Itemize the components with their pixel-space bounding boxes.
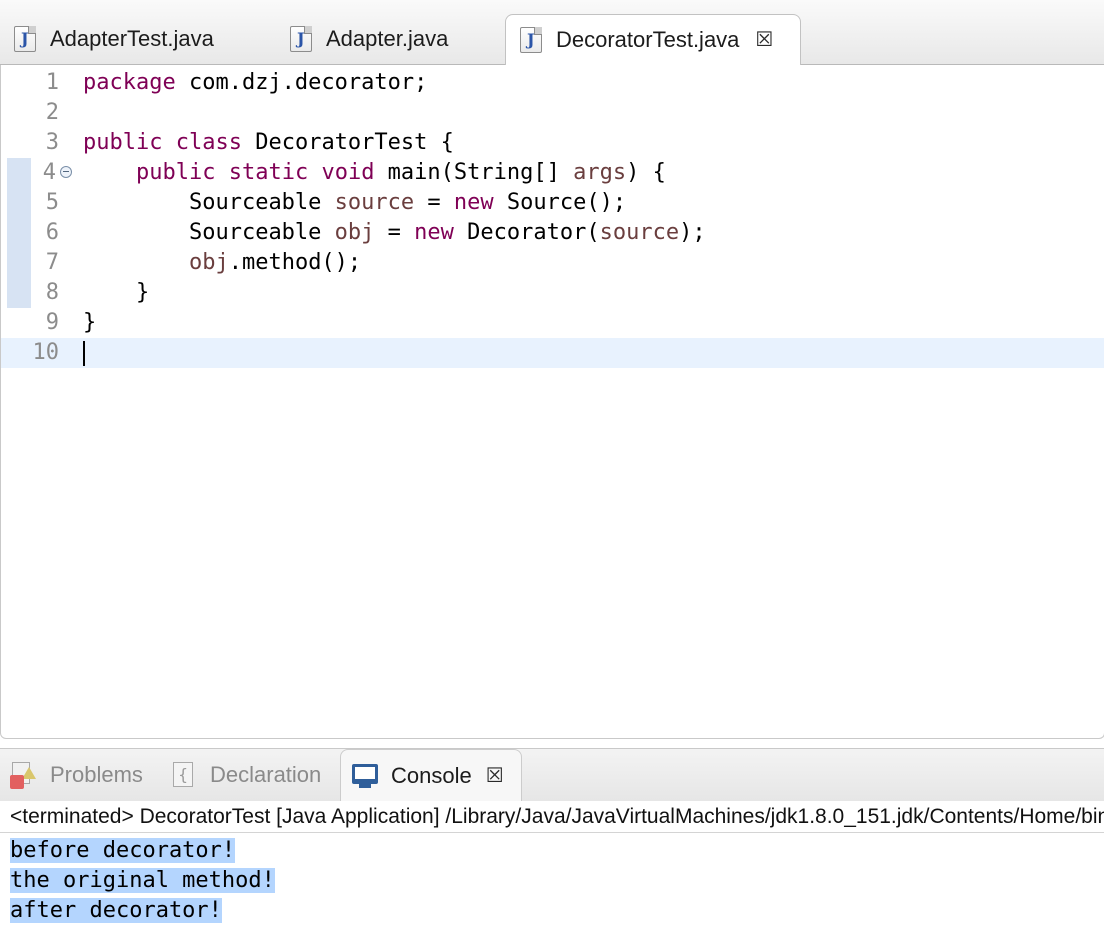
line-number: 2	[45, 100, 59, 125]
variable: source	[599, 220, 680, 245]
tab-decoratortest-java[interactable]: J DecoratorTest.java ☒	[505, 14, 801, 65]
code-line: 5 Sourceable source = new Source();	[1, 188, 1104, 218]
keyword: package	[83, 70, 176, 95]
code-line: 9 }	[1, 308, 1104, 338]
line-number: 9	[45, 310, 59, 335]
code-token: DecoratorTest {	[241, 130, 454, 155]
code-line: 8 }	[1, 278, 1104, 308]
close-tab-icon[interactable]: ☒	[755, 30, 773, 50]
declaration-icon: {	[170, 761, 198, 789]
code-line: 2	[1, 98, 1104, 128]
console-output[interactable]: before decorator! the original method! a…	[0, 834, 1104, 952]
code-token: );	[679, 220, 706, 245]
current-line[interactable]: 10	[1, 338, 1104, 368]
code-editor[interactable]: 1 package com.dzj.decorator; 2 3 public …	[0, 65, 1104, 739]
code-token: Sourceable	[188, 220, 335, 245]
tab-label: Console	[391, 762, 472, 788]
line-number: 5	[45, 190, 59, 215]
tab-adapter-java[interactable]: J Adapter.java	[276, 14, 502, 64]
console-icon	[351, 762, 379, 790]
tab-label: Declaration	[210, 762, 322, 787]
console-output-line: after decorator!	[0, 896, 222, 926]
line-number: 7	[45, 250, 59, 275]
code-token: .method();	[228, 250, 362, 275]
code-text: obj.method();	[83, 248, 361, 278]
code-token: com.dzj.decorator;	[175, 70, 428, 95]
code-token: Decorator(	[453, 220, 600, 245]
keyword: public	[135, 160, 216, 185]
code-text: }	[83, 308, 96, 338]
view-tab-bar: Problems { Declaration Console ☒	[0, 748, 1104, 801]
code-line: 7 obj.method();	[1, 248, 1104, 278]
code-line: 6 Sourceable obj = new Decorator(source)…	[1, 218, 1104, 248]
code-token: main(String[]	[374, 160, 574, 185]
close-view-icon[interactable]: ☒	[486, 766, 504, 786]
code-text: package com.dzj.decorator;	[83, 68, 427, 98]
java-file-icon: J	[290, 26, 312, 52]
tab-declaration[interactable]: { Declaration	[160, 749, 340, 801]
keyword: static	[228, 160, 309, 185]
java-file-icon: J	[520, 27, 542, 53]
code-token: =	[374, 220, 415, 245]
tab-label: Problems	[50, 762, 143, 787]
keyword: class	[175, 130, 242, 155]
line-number: 10	[32, 340, 60, 365]
keyword: public	[83, 130, 163, 155]
line-number: 3	[45, 130, 59, 155]
code-text: public class DecoratorTest {	[83, 128, 454, 158]
tab-adaptertest-java[interactable]: J AdapterTest.java	[0, 14, 260, 64]
line-number: 6	[45, 220, 59, 245]
java-file-icon: J	[14, 26, 36, 52]
code-text: Sourceable source = new Source();	[83, 188, 626, 218]
keyword: new	[453, 190, 494, 215]
code-text: public static void main(String[] args) {	[83, 158, 666, 188]
code-token: =	[414, 190, 454, 215]
code-text: Sourceable obj = new Decorator(source);	[83, 218, 706, 248]
console-output-line: the original method!	[0, 866, 275, 896]
line-number: 1	[45, 70, 59, 95]
variable: args	[573, 160, 627, 185]
code-line: 3 public class DecoratorTest {	[1, 128, 1104, 158]
problems-icon	[10, 761, 38, 789]
selected-text: before decorator!	[10, 838, 236, 863]
code-token: }	[135, 280, 150, 305]
selected-text: the original method!	[10, 868, 275, 893]
code-token: Sourceable	[188, 190, 335, 215]
code-text: }	[83, 278, 149, 308]
keyword: void	[321, 160, 375, 185]
tab-label: Adapter.java	[326, 26, 449, 51]
variable: source	[334, 190, 415, 215]
code-token: }	[83, 310, 97, 335]
code-token: Source();	[493, 190, 627, 215]
variable: obj	[334, 220, 375, 245]
console-status-header: <terminated> DecoratorTest [Java Applica…	[0, 801, 1104, 833]
tab-label: AdapterTest.java	[50, 26, 214, 51]
code-token: ) {	[626, 160, 666, 185]
keyword: new	[414, 220, 454, 245]
tab-label: DecoratorTest.java	[556, 27, 740, 52]
tab-console[interactable]: Console ☒	[340, 749, 522, 801]
line-number: 8	[45, 280, 59, 305]
editor-tab-bar: J AdapterTest.java J Adapter.java J Deco…	[0, 0, 1104, 65]
line-number: 4	[42, 160, 56, 185]
code-line: 1 package com.dzj.decorator;	[1, 68, 1104, 98]
console-output-line: before decorator!	[0, 836, 236, 866]
fold-collapse-icon[interactable]	[60, 166, 72, 178]
text-cursor	[83, 341, 85, 366]
variable: obj	[188, 250, 229, 275]
tab-problems[interactable]: Problems	[0, 749, 160, 801]
code-line: 4 public static void main(String[] args)…	[1, 158, 1104, 188]
selected-text: after decorator!	[10, 898, 222, 923]
